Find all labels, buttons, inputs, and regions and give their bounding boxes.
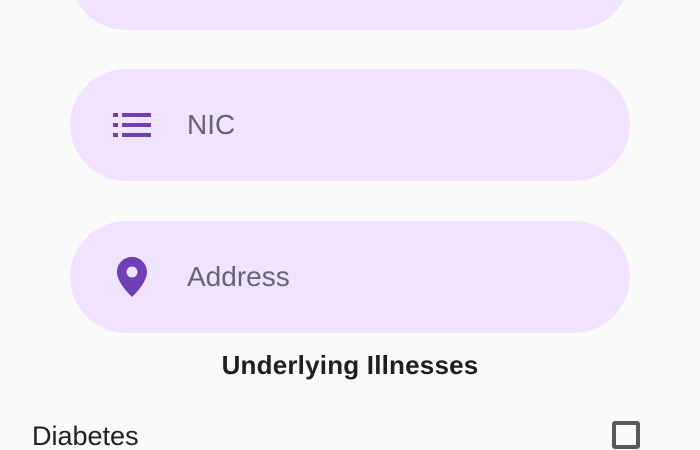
previous-input-field[interactable] (70, 0, 630, 30)
illness-row-diabetes[interactable]: Diabetes (0, 416, 700, 450)
address-input[interactable] (187, 221, 590, 333)
illness-label: Diabetes (32, 421, 139, 450)
patient-form-screen: Underlying Illnesses Diabetes (0, 0, 700, 450)
diabetes-checkbox[interactable] (612, 421, 640, 449)
address-field[interactable] (70, 221, 630, 333)
list-icon (112, 105, 152, 145)
location-pin-icon (112, 257, 152, 297)
nic-input[interactable] (187, 69, 590, 181)
nic-field[interactable] (70, 69, 630, 181)
underlying-illnesses-title: Underlying Illnesses (221, 350, 479, 380)
